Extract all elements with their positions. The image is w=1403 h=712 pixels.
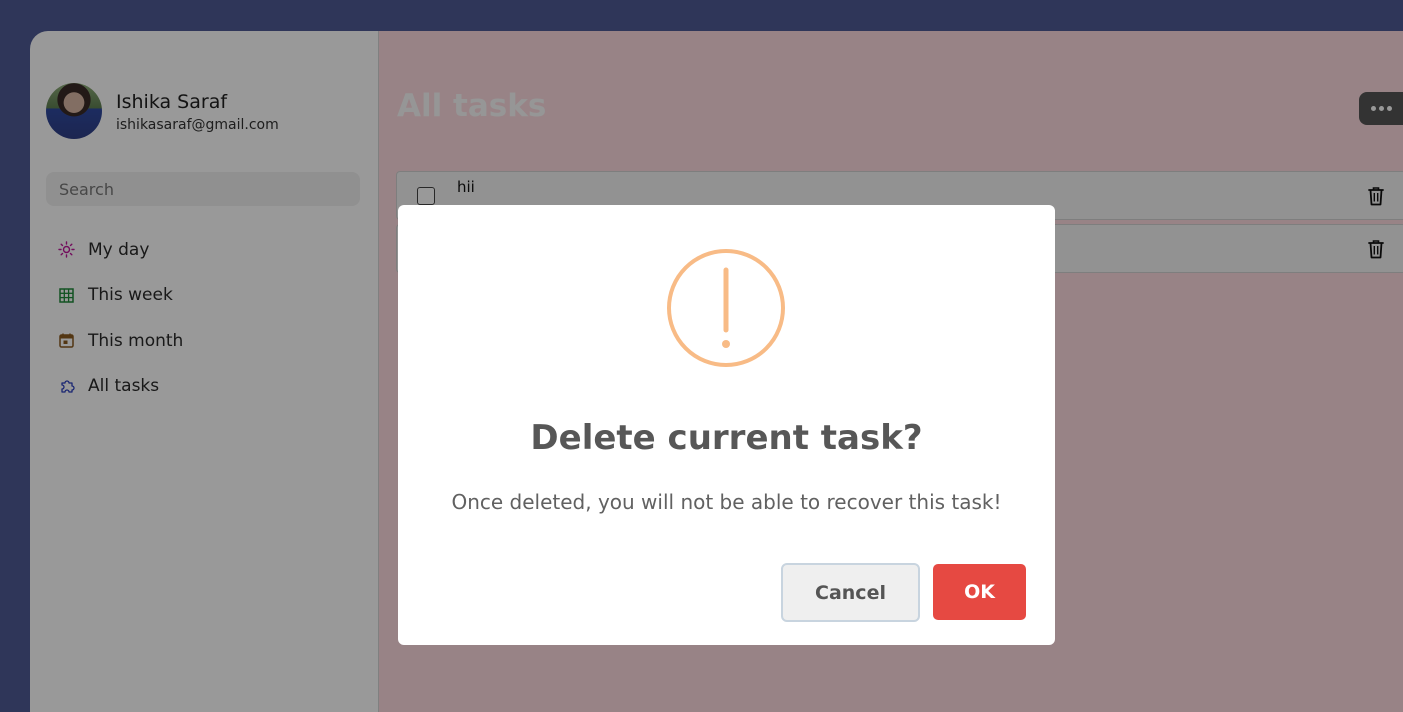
ok-button[interactable]: OK xyxy=(933,564,1026,620)
delete-confirm-dialog: Delete current task? Once deleted, you w… xyxy=(398,205,1055,645)
dialog-text: Once deleted, you will not be able to re… xyxy=(451,490,1002,514)
warning-icon xyxy=(667,249,785,367)
cancel-button[interactable]: Cancel xyxy=(781,563,920,622)
dialog-title: Delete current task? xyxy=(530,418,923,458)
